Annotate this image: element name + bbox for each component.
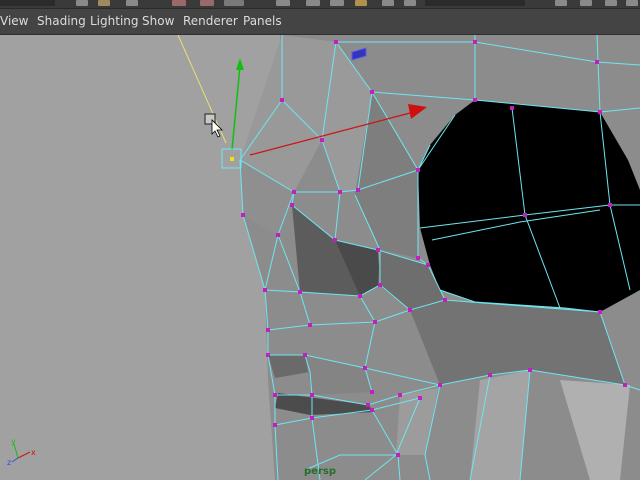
- toolbar-button[interactable]: [306, 0, 320, 6]
- toolbar-button[interactable]: [355, 0, 367, 6]
- toolbar-button[interactable]: [276, 0, 290, 6]
- toolbar-button[interactable]: [200, 0, 214, 6]
- toolbar-button[interactable]: [126, 0, 138, 6]
- toolbar-button[interactable]: [580, 0, 592, 6]
- toolbar-button[interactable]: [98, 0, 110, 6]
- toolbar-button[interactable]: [76, 0, 88, 6]
- viewport-canvas[interactable]: x y z: [0, 35, 640, 480]
- perspective-viewport[interactable]: x y z persp: [0, 35, 640, 480]
- toolbar-button[interactable]: [224, 0, 244, 6]
- panel-menubar: View Shading Lighting Show Renderer Pane…: [0, 9, 640, 35]
- toolbar-field[interactable]: [0, 0, 55, 6]
- mesh-opening: [418, 100, 640, 312]
- menu-view[interactable]: View: [0, 9, 28, 34]
- toolbar-field[interactable]: [425, 0, 525, 6]
- toolbar-button[interactable]: [382, 0, 394, 6]
- axis-label-x: x: [31, 448, 36, 457]
- toolbar-button[interactable]: [404, 0, 416, 6]
- toolbar-strip: [0, 0, 640, 9]
- axis-label-y: y: [11, 437, 16, 446]
- axis-triad-icon: x y z: [7, 437, 36, 467]
- menu-lighting[interactable]: Lighting: [90, 9, 139, 34]
- menu-panels[interactable]: Panels: [243, 9, 282, 34]
- axis-label-z: z: [7, 458, 11, 467]
- toolbar-button[interactable]: [330, 0, 344, 6]
- toolbar-button[interactable]: [555, 0, 567, 6]
- menu-renderer[interactable]: Renderer: [183, 9, 238, 34]
- toolbar-button[interactable]: [626, 0, 638, 6]
- toolbar-button[interactable]: [605, 0, 617, 6]
- camera-label: persp: [304, 466, 336, 477]
- maya-viewport-panel: View Shading Lighting Show Renderer Pane…: [0, 0, 640, 480]
- menu-shading[interactable]: Shading: [37, 9, 86, 34]
- toolbar-button[interactable]: [172, 0, 186, 6]
- menu-show[interactable]: Show: [142, 9, 174, 34]
- cursor-arrow-icon: [204, 113, 223, 138]
